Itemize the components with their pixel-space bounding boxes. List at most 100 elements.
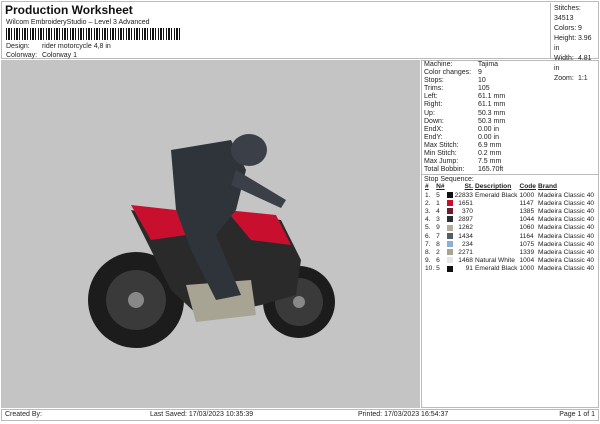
table-row: 7. 8 234 1075 Madeira Classic 40 [424, 241, 595, 249]
stat-row: Height: 3.96 in [554, 34, 597, 54]
detail-row: Stops: 10 [422, 77, 598, 85]
stitch-count: 1434 [458, 232, 473, 240]
table-row: 3. 4 370 1385 Madeira Classic 40 [424, 208, 595, 216]
step-index: 7. [425, 240, 431, 248]
stat-value: 34513 [554, 15, 574, 22]
detail-label: Left: [424, 93, 438, 101]
thread-description [474, 233, 519, 241]
detail-label: EndX: [424, 125, 444, 133]
needle-number: 6 [436, 257, 440, 265]
detail-label: EndY: [424, 133, 443, 141]
worksheet-header: Production Worksheet Wilcom EmbroiderySt… [1, 1, 600, 82]
detail-row: Min Stitch: 0.2 mm [422, 150, 598, 158]
thread-description: Natural White [474, 257, 515, 265]
color-swatch [446, 216, 453, 223]
color-swatch [446, 249, 453, 256]
detail-value: 0.00 in [477, 133, 499, 141]
detail-value: 61.1 mm [477, 101, 506, 109]
needle-number: 1 [436, 199, 440, 207]
step-index: 2. [425, 199, 431, 207]
detail-row: EndY: 0.00 in [422, 134, 598, 142]
thread-code: 1075 [519, 240, 535, 248]
stitch-count: 1468 [458, 257, 473, 265]
thread-code: 1147 [519, 199, 534, 207]
stitch-count: 2897 [458, 216, 473, 224]
step-index: 9. [425, 257, 431, 265]
col-description: Description [474, 183, 512, 191]
thread-description [474, 241, 519, 249]
stat-value: 9 [577, 25, 582, 32]
thread-code: 1044 [519, 216, 535, 224]
col-code: Code [519, 183, 536, 191]
thread-brand: Madeira Classic 40 [537, 240, 595, 248]
thread-brand: Madeira Classic 40 [537, 257, 595, 265]
detail-value: 9 [477, 69, 482, 77]
thread-description [474, 249, 519, 257]
thread-description [474, 224, 519, 232]
table-row: 4. 3 2897 1044 Madeira Classic 40 [424, 216, 595, 224]
stop-sequence-title: Stop Sequence: [422, 174, 598, 183]
thread-brand: Madeira Classic 40 [537, 207, 595, 215]
design-label: Design: [6, 43, 30, 50]
thread-description: Emerald Black [474, 265, 518, 273]
stitch-count: 234 [461, 240, 473, 248]
detail-row: Color changes: 9 [422, 69, 598, 77]
color-swatch [446, 232, 453, 239]
design-value: rider motorcycle 4,8 in [41, 43, 111, 50]
design-field: Design: rider motorcycle 4,8 in [6, 43, 111, 50]
needle-number: 7 [436, 232, 440, 240]
detail-row: Up: 50.3 mm [422, 110, 598, 118]
detail-label: Min Stitch: [424, 150, 457, 158]
needle-number: 9 [436, 224, 440, 232]
colorway-field: Colorway: Colorway 1 [6, 52, 77, 59]
detail-value: 105 [477, 85, 490, 93]
stitch-count: 1651 [458, 199, 473, 207]
color-swatch [446, 199, 453, 206]
stitch-count: 91 [465, 265, 473, 273]
detail-label: Color changes: [424, 69, 472, 77]
col-swatch [446, 183, 454, 191]
stat-label: Height: [554, 35, 577, 42]
thread-code: 1060 [519, 224, 535, 232]
thread-code: 1000 [519, 265, 535, 273]
detail-value: 165.70ft [477, 166, 504, 174]
stitch-count: 22833 [454, 191, 473, 199]
thread-description [474, 216, 519, 224]
thread-brand: Madeira Classic 40 [537, 216, 595, 224]
design-stats: Stitches: 34513 Colors: 9 Height: 3.96 in W… [550, 3, 600, 82]
step-index: 1. [425, 191, 431, 199]
details-list: Machine: Tajima Color changes: 9 Stops: 10… [422, 61, 598, 174]
thread-brand: Madeira Classic 40 [537, 265, 595, 273]
detail-value: 61.1 mm [477, 93, 506, 101]
needle-number: 3 [436, 216, 440, 224]
stat-row: Stitches: 34513 [554, 4, 597, 24]
detail-value: 50.3 mm [477, 109, 506, 117]
detail-value: 50.3 mm [477, 117, 506, 125]
motorcycle-rider-image [88, 134, 335, 348]
page-number: Page 1 of 1 [559, 411, 595, 418]
detail-value: 0.2 mm [477, 150, 502, 158]
thread-description [474, 200, 519, 208]
page-title: Production Worksheet [5, 3, 133, 17]
detail-row: Total Bobbin: 165.70ft [422, 166, 598, 174]
detail-row: Trims: 105 [422, 85, 598, 93]
printed-date: Printed: 17/03/2023 16:54:37 [358, 411, 449, 418]
thread-code: 1004 [519, 257, 535, 265]
table-row: 2. 1 1651 1147 Madeira Classic 40 [424, 200, 595, 208]
detail-label: Up: [424, 109, 435, 117]
software-name: Wilcom EmbroideryStudio – Level 3 Advanc… [6, 19, 150, 26]
color-swatch [446, 257, 453, 264]
step-index: 4. [425, 216, 431, 224]
created-by: Created By: [5, 411, 42, 418]
detail-label: Down: [424, 117, 444, 125]
detail-row: EndX: 0.00 in [422, 126, 598, 134]
thread-description: Emerald Black [474, 191, 518, 199]
thread-code: 1339 [519, 248, 535, 256]
step-index: 8. [425, 248, 431, 256]
table-row: 8. 2 2271 1339 Madeira Classic 40 [424, 249, 595, 257]
needle-number: 8 [436, 240, 440, 248]
col-needle: N# [436, 183, 445, 191]
stitch-count: 2271 [458, 248, 473, 256]
color-swatch [446, 224, 453, 231]
stitch-count: 1262 [458, 224, 473, 232]
